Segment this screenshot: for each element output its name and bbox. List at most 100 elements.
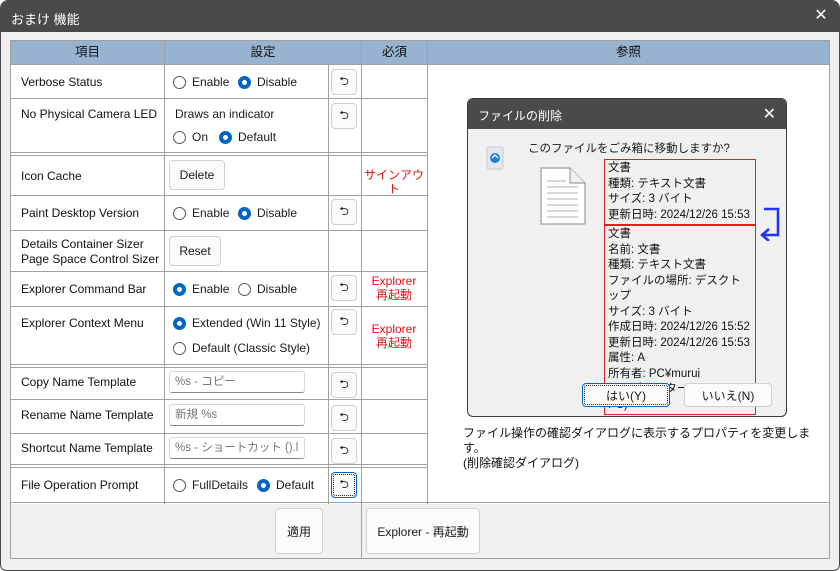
bonus-features-window: おまけ 機能 ✕ 項目 設定 必須 参照 Verbose Status Enab… [0,0,840,571]
reset-copy-template-button[interactable]: ⮌ [331,372,357,398]
arrow-icon [758,205,786,242]
prop-line: 作成日時: 2024/12/26 15:52 [608,321,750,333]
reset-sizer-button[interactable]: Reset [169,236,221,266]
required-signout: サインアウト [363,168,424,196]
rename-template-input[interactable] [169,404,305,426]
close-icon[interactable]: ✕ [811,6,831,26]
radio-camera-on[interactable]: On [173,130,208,144]
undo-icon: ⮌ [339,476,349,491]
row-divider [11,502,829,503]
radio-camera-default[interactable]: Default [219,130,276,144]
radio-commandbar-disable[interactable]: Disable [238,282,297,296]
required-line: Explorer [371,322,417,336]
prop-line: 文書 [608,162,631,174]
row-label-paint-desktop: Paint Desktop Version [21,206,140,220]
row-label-camera-led: No Physical Camera LED [21,107,158,121]
col-divider [361,65,362,558]
default-properties-box: 文書 種類: テキスト文書 サイズ: 3 バイト 更新日時: 2024/12/2… [604,159,756,225]
restart-explorer-button[interactable]: Explorer - 再起動 [366,508,480,554]
prop-line: 更新日時: 2024/12/26 15:53 [608,336,750,349]
row-divider [11,152,428,153]
header-reference: 参照 [428,41,829,65]
undo-icon: ⮌ [339,73,349,88]
reset-rename-template-button[interactable]: ⮌ [331,405,357,431]
title-bar: おまけ 機能 ✕ [1,1,839,32]
header-setting: 設定 [165,41,362,65]
row-label-container-sizer: Details Container Sizer [21,237,144,251]
prop-line: 文書 [608,228,631,240]
radio-verbose-enable[interactable]: Enable [173,75,229,89]
row-divider [11,467,428,468]
prop-line: 名前: 文書 [608,243,661,256]
radio-commandbar-enable[interactable]: Enable [173,282,229,296]
prop-line: 種類: テキスト文書 [608,259,707,271]
row-label-icon-cache: Icon Cache [21,169,82,183]
dialog-close-icon: ✕ [762,106,776,123]
reset-fileop-button[interactable]: ⮌ [331,472,357,498]
row-label-file-op-prompt: File Operation Prompt [21,478,139,492]
dialog-title: ファイルの削除 [478,109,563,123]
radio-verbose-disable[interactable]: Disable [238,75,297,89]
row-divider [11,98,428,99]
radio-paint-disable[interactable]: Disable [238,206,297,220]
reset-camera-button[interactable]: ⮌ [331,103,357,129]
radio-fileop-fulldetails[interactable]: FullDetails [173,478,248,492]
prop-line: 属性: A [608,352,646,364]
radio-context-extended[interactable]: Extended (Win 11 Style) [173,316,321,330]
undo-icon: ⮌ [339,313,349,328]
recycle-bin-icon [484,143,506,171]
radio-label: Enable [192,75,230,89]
copy-template-input[interactable] [169,371,305,393]
apply-button[interactable]: 適用 [275,508,323,554]
col-divider [328,65,329,504]
radio-label: Default [276,478,315,492]
radio-label: Default [238,130,277,144]
required-explorer-restart: Explorer 再起動 [361,274,427,302]
row-label-page-space-sizer: Page Space Control Sizer [21,252,160,266]
radio-label: Extended (Win 11 Style) [192,316,321,330]
dialog-question: このファイルをごみ箱に移動しますか? [528,143,730,155]
undo-icon: ⮌ [339,279,349,294]
description-line: ファイル操作の確認ダイアログに表示するプロパティを変更します。 [463,426,811,455]
row-label-context-menu: Explorer Context Menu [21,316,144,330]
row-label-rename-template: Rename Name Template [21,408,154,422]
shortcut-template-input[interactable] [169,437,305,459]
prop-line: サイズ: 3 バイト [608,305,693,318]
undo-icon: ⮌ [339,376,349,391]
header-item: 項目 [11,41,165,65]
radio-label: Enable [192,282,230,296]
undo-icon: ⮌ [339,107,349,122]
radio-label: On [192,130,209,144]
radio-fileop-default[interactable]: Default [257,478,314,492]
reset-contextmenu-button[interactable]: ⮌ [331,309,357,335]
required-explorer-restart: Explorer 再起動 [361,322,427,350]
delete-file-dialog-preview: ファイルの削除 ✕ このファイルをごみ箱に移動しますか? 文書 種類: テキスト… [467,98,787,417]
window-title: おまけ 機能 [11,12,80,27]
undo-icon: ⮌ [339,409,349,424]
prop-line: 所有者: PC¥murui [608,367,701,380]
undo-icon: ⮌ [339,442,349,457]
reset-verbose-button[interactable]: ⮌ [331,69,357,95]
radio-label: Enable [192,206,230,220]
radio-paint-enable[interactable]: Enable [173,206,229,220]
col-divider [427,65,428,504]
row-label-shortcut-template: Shortcut Name Template [21,441,153,455]
footer-divider [361,504,362,558]
reset-commandbar-button[interactable]: ⮌ [331,275,357,301]
reset-paint-button[interactable]: ⮌ [331,199,357,225]
row-divider [11,433,428,434]
radio-label: Disable [257,282,298,296]
undo-icon: ⮌ [339,203,349,218]
prop-line: 種類: テキスト文書 [608,177,707,190]
required-line: Explorer [371,274,417,288]
dialog-no-button: いいえ(N) [684,383,772,407]
document-icon [540,167,586,225]
radio-context-default[interactable]: Default (Classic Style) [173,341,310,355]
dialog-title-bar: ファイルの削除 ✕ [468,99,786,129]
prop-line: 更新日時: 2024/12/26 15:53 [608,208,750,221]
delete-icon-cache-button[interactable]: Delete [169,160,225,190]
reset-shortcut-template-button[interactable]: ⮌ [331,438,357,464]
camera-led-caption: Draws an indicator [175,107,275,121]
footer-bar: 適用 Explorer - 再起動 [11,504,829,558]
row-divider [11,464,428,465]
